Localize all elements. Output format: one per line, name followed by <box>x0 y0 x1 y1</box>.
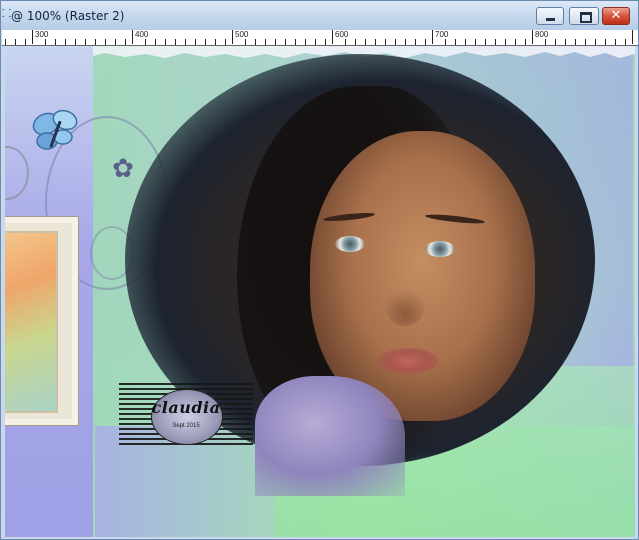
ruler-minor-tick <box>625 39 626 45</box>
ruler-minor-tick <box>495 39 496 45</box>
ruler-label: 600 <box>335 30 349 39</box>
ruler-major-tick <box>532 30 533 44</box>
portrait-nose <box>385 286 425 326</box>
close-button[interactable]: ✕ <box>602 7 630 25</box>
watermark-subtext: Sept 2015 <box>172 423 200 429</box>
ruler-minor-tick <box>45 39 46 45</box>
ruler-label: 700 <box>435 30 449 39</box>
ruler-minor-tick <box>615 39 616 45</box>
ruler-major-tick <box>132 30 133 44</box>
watermark: claudia Sept 2015 <box>119 383 253 447</box>
ruler-minor-tick <box>455 39 456 45</box>
ruler-minor-tick <box>115 39 116 45</box>
frame-image <box>5 231 58 413</box>
close-icon: ✕ <box>610 8 622 23</box>
minimize-button[interactable] <box>536 7 564 25</box>
ruler-minor-tick <box>255 39 256 45</box>
ruler-minor-tick <box>195 39 196 45</box>
ruler-minor-tick <box>275 39 276 45</box>
ruler-minor-tick <box>65 39 66 45</box>
ruler-label: 300 <box>35 30 49 39</box>
ruler-minor-tick <box>315 39 316 45</box>
flower-decoration: ✿ <box>112 154 134 184</box>
portrait-scarf <box>255 376 405 496</box>
ruler-minor-tick <box>365 39 366 45</box>
ruler-minor-tick <box>185 39 186 45</box>
maximize-icon <box>570 8 598 24</box>
ruler-minor-tick <box>525 39 526 45</box>
ruler-minor-tick <box>225 39 226 45</box>
ruler-label: 400 <box>135 30 149 39</box>
ruler-minor-tick <box>75 39 76 45</box>
ruler-minor-tick <box>445 39 446 45</box>
ruler-minor-tick <box>475 39 476 45</box>
image-canvas[interactable]: ✿ claudia Sept 2015 <box>5 46 635 537</box>
ruler-minor-tick <box>215 39 216 45</box>
ruler-minor-tick <box>105 39 106 45</box>
ruler-minor-tick <box>405 39 406 45</box>
ruler-minor-tick <box>325 39 326 45</box>
title-bar[interactable]: ⸬ @ 100% (Raster 2) ✕ <box>1 1 638 30</box>
ruler-minor-tick <box>355 39 356 45</box>
window-title: @ 100% (Raster 2) <box>11 9 125 23</box>
ruler-minor-tick <box>555 39 556 45</box>
portrait-eye <box>335 236 365 252</box>
ruler-minor-tick <box>5 39 6 45</box>
ruler-minor-tick <box>485 39 486 45</box>
ruler-minor-tick <box>285 39 286 45</box>
ruler-minor-tick <box>575 39 576 45</box>
ruler-minor-tick <box>345 39 346 45</box>
ruler-minor-tick <box>25 39 26 45</box>
ruler-minor-tick <box>265 39 266 45</box>
picture-frame <box>5 216 79 426</box>
image-window: ⸬ @ 100% (Raster 2) ✕ 300 400 500 600 70… <box>0 0 639 540</box>
ruler-minor-tick <box>295 39 296 45</box>
ruler-minor-tick <box>425 39 426 45</box>
ruler-label: 500 <box>235 30 249 39</box>
ruler-minor-tick <box>145 39 146 45</box>
portrait-eye <box>425 241 455 257</box>
ruler-minor-tick <box>165 39 166 45</box>
ruler-minor-tick <box>95 39 96 45</box>
ruler-minor-tick <box>375 39 376 45</box>
ruler-major-tick <box>332 30 333 44</box>
ruler-minor-tick <box>15 39 16 45</box>
ruler-label: 800 <box>535 30 549 39</box>
watermark-text: claudia <box>151 398 221 417</box>
ruler-minor-tick <box>155 39 156 45</box>
ruler-minor-tick <box>605 39 606 45</box>
ruler-minor-tick <box>55 39 56 45</box>
maximize-button[interactable] <box>569 7 599 25</box>
ruler-minor-tick <box>595 39 596 45</box>
ruler-minor-tick <box>85 39 86 45</box>
ruler-minor-tick <box>545 39 546 45</box>
ruler-minor-tick <box>245 39 246 45</box>
horizontal-ruler: 300 400 500 600 700 800 <box>2 30 638 46</box>
ruler-minor-tick <box>565 39 566 45</box>
ruler-minor-tick <box>205 39 206 45</box>
ruler-major-tick <box>232 30 233 44</box>
ruler-minor-tick <box>585 39 586 45</box>
ruler-minor-tick <box>175 39 176 45</box>
ruler-major-tick <box>632 30 633 44</box>
ruler-minor-tick <box>395 39 396 45</box>
ruler-major-tick <box>432 30 433 44</box>
ruler-minor-tick <box>415 39 416 45</box>
minimize-icon <box>537 8 563 24</box>
ruler-minor-tick <box>505 39 506 45</box>
document-icon: ⸬ <box>2 7 12 20</box>
portrait-mouth <box>378 348 438 374</box>
ruler-minor-tick <box>125 39 126 45</box>
ruler-minor-tick <box>305 39 306 45</box>
ruler-minor-tick <box>465 39 466 45</box>
ruler-minor-tick <box>515 39 516 45</box>
ruler-major-tick <box>32 30 33 44</box>
butterfly-icon <box>32 109 78 150</box>
ruler-minor-tick <box>385 39 386 45</box>
